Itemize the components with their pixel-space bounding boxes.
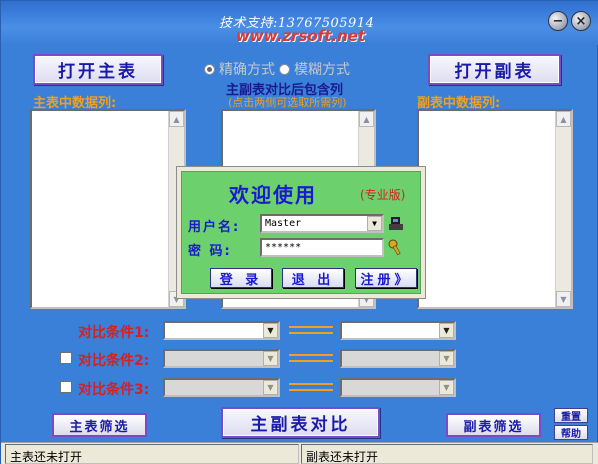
login-dialog: 欢迎使用 (专业版) 用户名: Master ▼ 密 码: ****** 登 录 (176, 166, 426, 299)
edition-label: (专业版) (360, 188, 406, 202)
chevron-down-icon[interactable]: ▼ (439, 351, 454, 366)
username-select[interactable]: Master ▼ (260, 214, 384, 233)
password-value: ****** (265, 242, 302, 253)
chevron-down-icon[interactable]: ▼ (367, 216, 382, 231)
website-link[interactable]: www.zrsoft.net (236, 27, 365, 45)
condition-2-main-select[interactable]: ▼ (163, 349, 280, 368)
chevron-down-icon[interactable]: ▼ (263, 380, 278, 395)
scroll-up-icon[interactable]: ▲ (359, 111, 374, 127)
compare-button[interactable]: 主副表对比 (221, 407, 380, 438)
condition-3-main-select[interactable]: ▼ (163, 378, 280, 397)
scroll-up-icon[interactable]: ▲ (169, 111, 184, 127)
reset-button[interactable]: 重置 (554, 408, 588, 423)
login-panel: 欢迎使用 (专业版) 用户名: Master ▼ 密 码: ****** 登 录 (181, 171, 421, 294)
sub-list-scrollbar[interactable]: ▲ ▼ (555, 111, 571, 307)
chevron-down-icon[interactable]: ▼ (439, 323, 454, 338)
condition-1-sub-select[interactable]: ▼ (340, 321, 456, 340)
condition-3-label: 对比条件3: (78, 382, 150, 398)
include-columns-hint: (点击两侧可选取所需列) (228, 96, 347, 109)
mode-exact-radio[interactable] (204, 63, 215, 75)
user-icon (389, 217, 403, 230)
help-button[interactable]: 帮助 (554, 425, 588, 440)
username-label: 用户名: (188, 220, 241, 235)
mode-fuzzy-radio[interactable] (279, 63, 290, 75)
equals-line (289, 354, 333, 356)
register-button[interactable]: 注册》 (355, 268, 417, 288)
chevron-down-icon[interactable]: ▼ (263, 351, 278, 366)
sub-filter-button[interactable]: 副表筛选 (446, 413, 541, 437)
app-window: 技术支持:13767505914 www.zrsoft.net − × 打开主表… (0, 0, 598, 464)
condition-3-sub-select[interactable]: ▼ (340, 378, 456, 397)
main-columns-list[interactable]: ▲ ▼ (30, 109, 186, 309)
chevron-down-icon[interactable]: ▼ (439, 380, 454, 395)
condition-1-main-select[interactable]: ▼ (163, 321, 280, 340)
open-sub-table-button[interactable]: 打开副表 (428, 54, 561, 85)
title-bar[interactable]: 技术支持:13767505914 www.zrsoft.net − × (1, 1, 598, 45)
mode-fuzzy-label: 模糊方式 (294, 62, 350, 78)
equals-line (289, 389, 333, 391)
sub-columns-list[interactable]: ▲ ▼ (417, 109, 573, 309)
equals-line (289, 326, 333, 328)
scroll-down-icon[interactable]: ▼ (556, 291, 571, 307)
key-icon (388, 239, 401, 256)
mode-exact-label: 精确方式 (219, 62, 275, 78)
scroll-up-icon[interactable]: ▲ (556, 111, 571, 127)
main-table-status: 主表还未打开 (5, 444, 299, 464)
equals-line (289, 360, 333, 362)
equals-line (289, 383, 333, 385)
close-button[interactable]: × (571, 11, 591, 31)
condition-2-label: 对比条件2: (78, 353, 150, 369)
equals-line (289, 332, 333, 334)
chevron-down-icon[interactable]: ▼ (263, 323, 278, 338)
main-filter-button[interactable]: 主表筛选 (52, 413, 147, 437)
username-value: Master (265, 218, 302, 229)
minimize-button[interactable]: − (548, 11, 568, 31)
open-main-table-button[interactable]: 打开主表 (33, 54, 163, 85)
match-mode-group: 精确方式 模糊方式 (204, 59, 350, 79)
status-bar: 主表还未打开 副表还未打开 (1, 442, 598, 464)
condition-2-sub-select[interactable]: ▼ (340, 349, 456, 368)
condition-2-checkbox[interactable] (60, 352, 72, 364)
password-field[interactable]: ****** (260, 238, 384, 257)
password-label: 密 码: (188, 244, 232, 259)
condition-3-checkbox[interactable] (60, 381, 72, 393)
exit-button[interactable]: 退 出 (282, 268, 344, 288)
sub-table-status: 副表还未打开 (301, 444, 593, 464)
login-button[interactable]: 登 录 (210, 268, 272, 288)
login-title: 欢迎使用 (229, 183, 317, 207)
condition-1-label: 对比条件1: (78, 325, 150, 341)
